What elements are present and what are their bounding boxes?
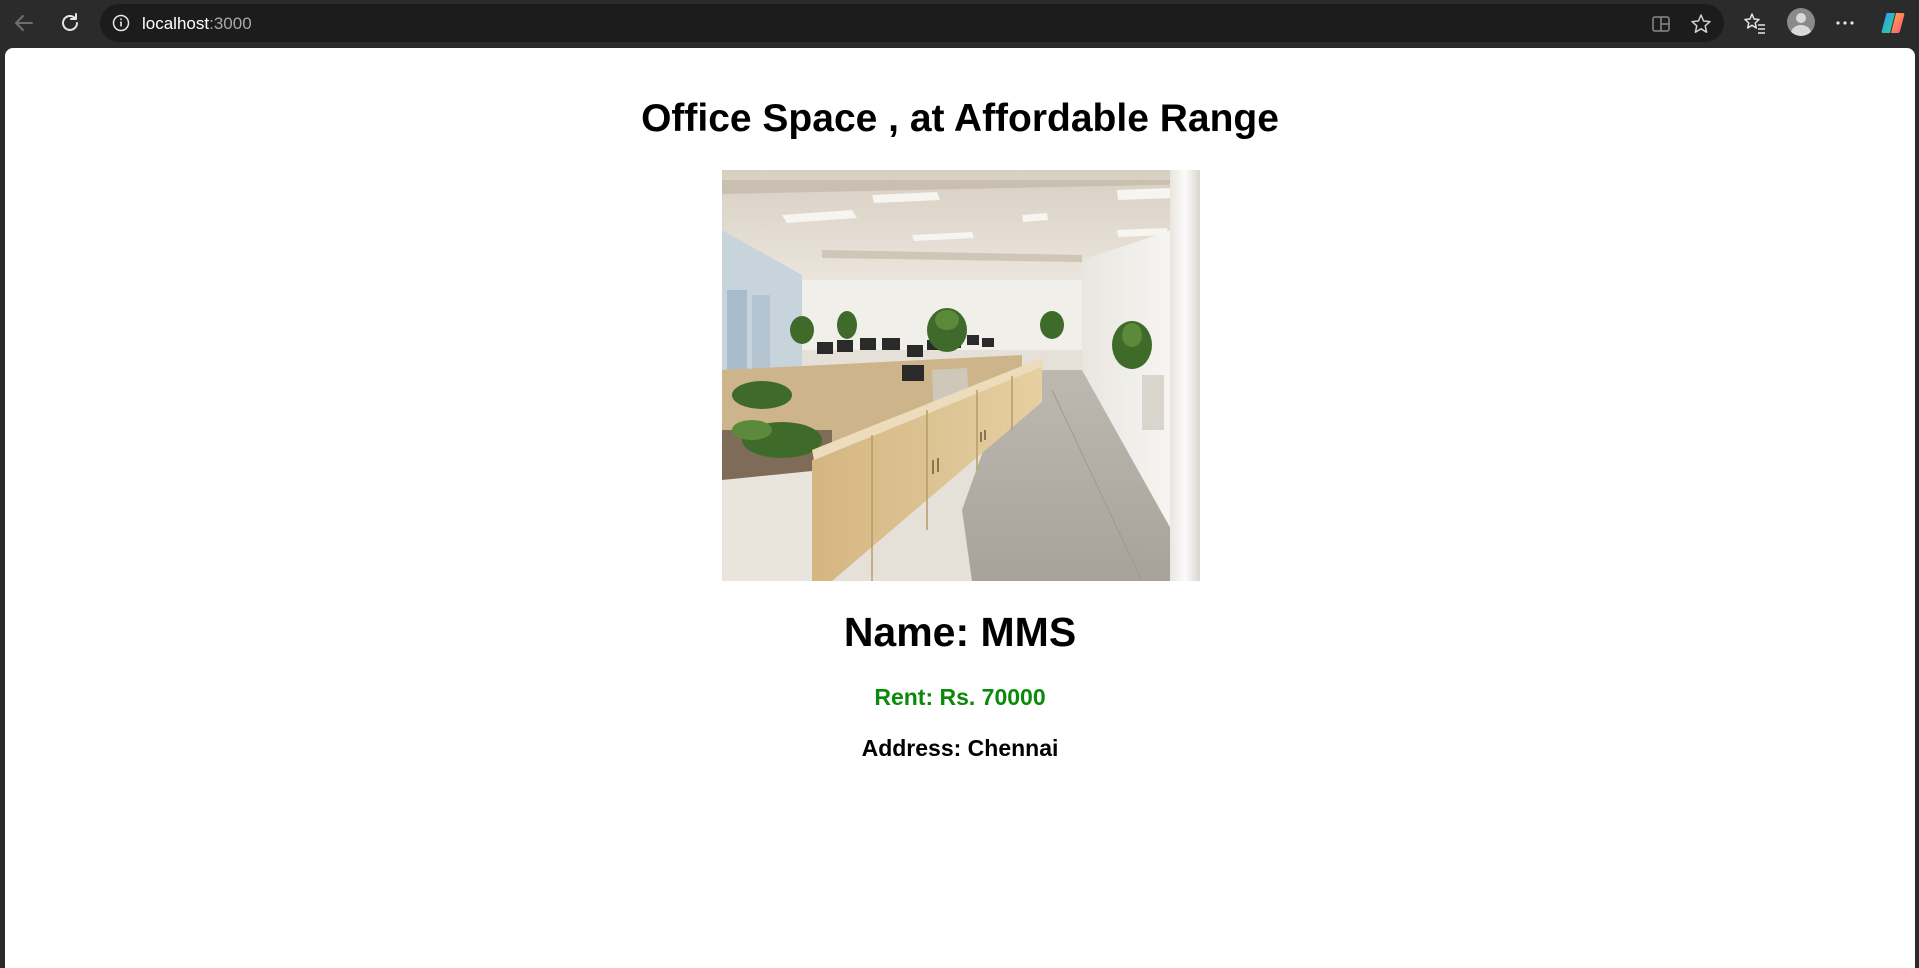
copilot-icon[interactable]	[1879, 9, 1907, 37]
back-icon[interactable]	[10, 9, 38, 37]
address-bar[interactable]: localhost:3000	[100, 4, 1724, 42]
url-port: :3000	[209, 14, 252, 33]
office-address: Address: Chennai	[861, 735, 1059, 761]
browser-toolbar: localhost:3000	[0, 0, 1919, 46]
profile-avatar-icon[interactable]	[1787, 8, 1815, 36]
office-space-image	[722, 170, 1200, 581]
url-text[interactable]: localhost:3000	[142, 14, 252, 34]
page-viewport: Office Space , at Affordable Range Name:…	[5, 48, 1915, 968]
url-host: localhost	[142, 14, 210, 33]
office-name-heading: Name: MMS	[843, 609, 1077, 655]
page-title: Office Space , at Affordable Range	[641, 97, 1279, 140]
refresh-icon[interactable]	[56, 9, 84, 37]
split-screen-icon[interactable]	[1649, 12, 1673, 36]
office-rent: Rent: Rs. 70000	[874, 684, 1046, 710]
more-options-icon[interactable]	[1831, 9, 1859, 37]
site-info-icon[interactable]	[110, 12, 132, 34]
favorites-icon[interactable]	[1741, 9, 1769, 37]
favorite-star-icon[interactable]	[1689, 12, 1713, 36]
